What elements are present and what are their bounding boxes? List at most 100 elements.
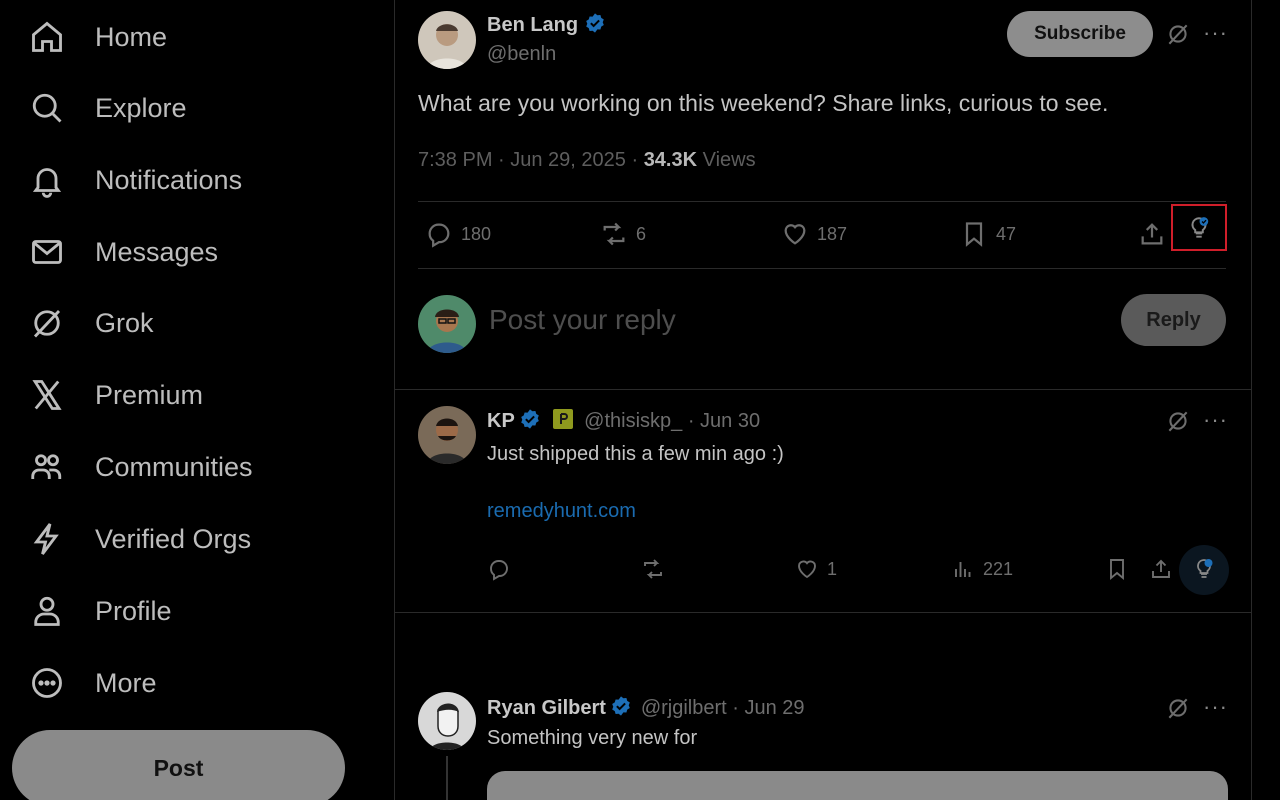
repost-count: 6: [636, 223, 647, 244]
sidebar-item-label: Home: [95, 21, 168, 52]
like-action[interactable]: 187: [781, 220, 847, 248]
share-icon: [1152, 559, 1170, 578]
reply-handle[interactable]: @rjgilbert · Jun 29: [641, 697, 805, 719]
more-options-icon[interactable]: ···: [1203, 407, 1228, 433]
share-action[interactable]: [1138, 220, 1174, 248]
thread-line: [446, 756, 448, 800]
reply-handle[interactable]: @thisiskp_ · Jun 30: [584, 410, 760, 432]
author-handle[interactable]: @benln: [487, 43, 556, 66]
post-text: What are you working on this weekend? Sh…: [418, 90, 1109, 116]
reply-author-name[interactable]: KP: [487, 410, 515, 432]
subscribe-button[interactable]: Subscribe: [1007, 11, 1153, 57]
reply-count: 180: [461, 223, 492, 244]
like-count: 187: [817, 223, 848, 244]
grok-icon[interactable]: [1165, 21, 1191, 52]
divider: [395, 389, 1251, 390]
sidebar-item-label: Verified Orgs: [95, 523, 252, 554]
reply-button[interactable]: Reply: [1121, 294, 1226, 346]
reply-action[interactable]: 180: [425, 220, 491, 248]
more-circle-icon: [26, 662, 68, 704]
repost-action[interactable]: 6: [600, 220, 646, 248]
views-count: 34.3K: [643, 149, 698, 171]
sidebar-item-label: Explore: [95, 92, 187, 123]
envelope-icon: [26, 231, 68, 273]
verified-badge-icon: [584, 12, 606, 34]
repost-icon: [644, 559, 662, 579]
like-count: 1: [827, 558, 838, 579]
bookmark-count: 47: [996, 223, 1017, 244]
heart-icon: [784, 224, 806, 245]
bookmark-icon: [1110, 559, 1124, 581]
verified-badge-icon: [519, 408, 541, 430]
x-logo-icon: [26, 374, 68, 416]
reply-author-name[interactable]: Ryan Gilbert: [487, 697, 606, 719]
sidebar-item-profile[interactable]: Profile: [26, 586, 172, 636]
bookmark-icon: [965, 222, 983, 247]
share-icon: [1141, 223, 1163, 245]
sidebar-item-notifications[interactable]: Notifications: [26, 155, 242, 205]
analytics-icon: [955, 562, 971, 577]
main-column: Ben Lang @benln Subscribe ··· What are y…: [394, 0, 1252, 800]
reply-input[interactable]: Post your reply: [489, 304, 676, 336]
like-action[interactable]: 1: [795, 557, 837, 581]
sidebar-item-grok[interactable]: Grok: [26, 298, 154, 348]
reply-text: Something very new for: [487, 727, 698, 749]
sidebar-item-more[interactable]: More: [26, 658, 157, 708]
sidebar-item-label: Profile: [95, 595, 172, 626]
post-timestamp[interactable]: 7:38 PM · Jun 29, 2025 ·: [418, 149, 644, 171]
heart-icon: [798, 560, 816, 579]
avatar[interactable]: [418, 406, 476, 464]
repost-action[interactable]: [641, 557, 673, 581]
lightbulb-icon: [1191, 217, 1209, 238]
people-icon: [26, 446, 68, 488]
sidebar-item-label: Notifications: [95, 164, 243, 195]
avatar[interactable]: [418, 692, 476, 750]
search-icon: [26, 87, 68, 129]
sidebar-item-home[interactable]: Home: [26, 12, 167, 62]
sidebar-item-communities[interactable]: Communities: [26, 442, 253, 492]
views-count: 221: [983, 558, 1014, 579]
divider: [418, 201, 1226, 202]
sidebar-item-label: Grok: [95, 307, 154, 338]
home-icon: [26, 16, 68, 58]
comment-icon: [428, 223, 450, 248]
reply-header: KP @thisiskp_ · Jun 30: [487, 408, 760, 433]
bookmark-action[interactable]: 47: [960, 220, 1016, 248]
repost-icon: [603, 222, 625, 246]
bookmark-action[interactable]: [1105, 557, 1137, 581]
sidebar-item-label: Premium: [95, 379, 204, 410]
sidebar-item-label: Messages: [95, 236, 219, 267]
divider: [418, 268, 1226, 269]
sidebar-item-explore[interactable]: Explore: [26, 83, 187, 133]
lightning-icon: [26, 518, 68, 560]
divider: [395, 612, 1251, 613]
reply-link[interactable]: remedyhunt.com: [487, 500, 636, 523]
sidebar-item-verified-orgs[interactable]: Verified Orgs: [26, 514, 251, 564]
sidebar-item-messages[interactable]: Messages: [26, 227, 218, 277]
author-name-text: Ben Lang: [487, 14, 579, 36]
grok-explain-button[interactable]: [1179, 545, 1229, 595]
grok-explain-button[interactable]: [1171, 204, 1227, 251]
sidebar-item-premium[interactable]: Premium: [26, 370, 203, 420]
grok-icon: [26, 302, 68, 344]
avatar[interactable]: [418, 295, 476, 353]
more-options-icon[interactable]: ···: [1203, 694, 1228, 720]
sidebar: Home Explore Notifications Messages Grok: [0, 0, 394, 800]
media-card[interactable]: [487, 771, 1228, 800]
verified-badge-icon: [610, 695, 632, 717]
more-options-icon[interactable]: ···: [1203, 20, 1228, 46]
affiliate-badge-icon: [552, 408, 574, 430]
share-action[interactable]: [1149, 557, 1181, 581]
lightbulb-icon: [1197, 559, 1213, 578]
reply-action[interactable]: [487, 557, 519, 581]
post-button[interactable]: Post: [12, 730, 345, 800]
post-meta: 7:38 PM · Jun 29, 2025 · 34.3K Views: [418, 149, 756, 172]
grok-icon[interactable]: [1165, 408, 1191, 439]
sidebar-item-label: Communities: [95, 451, 253, 482]
sidebar-item-label: More: [95, 667, 157, 698]
author-name[interactable]: Ben Lang: [487, 12, 606, 37]
reply-text: Just shipped this a few min ago :): [487, 443, 784, 465]
grok-icon[interactable]: [1165, 695, 1191, 726]
avatar[interactable]: [418, 11, 476, 69]
views-action[interactable]: 221: [951, 557, 1013, 581]
